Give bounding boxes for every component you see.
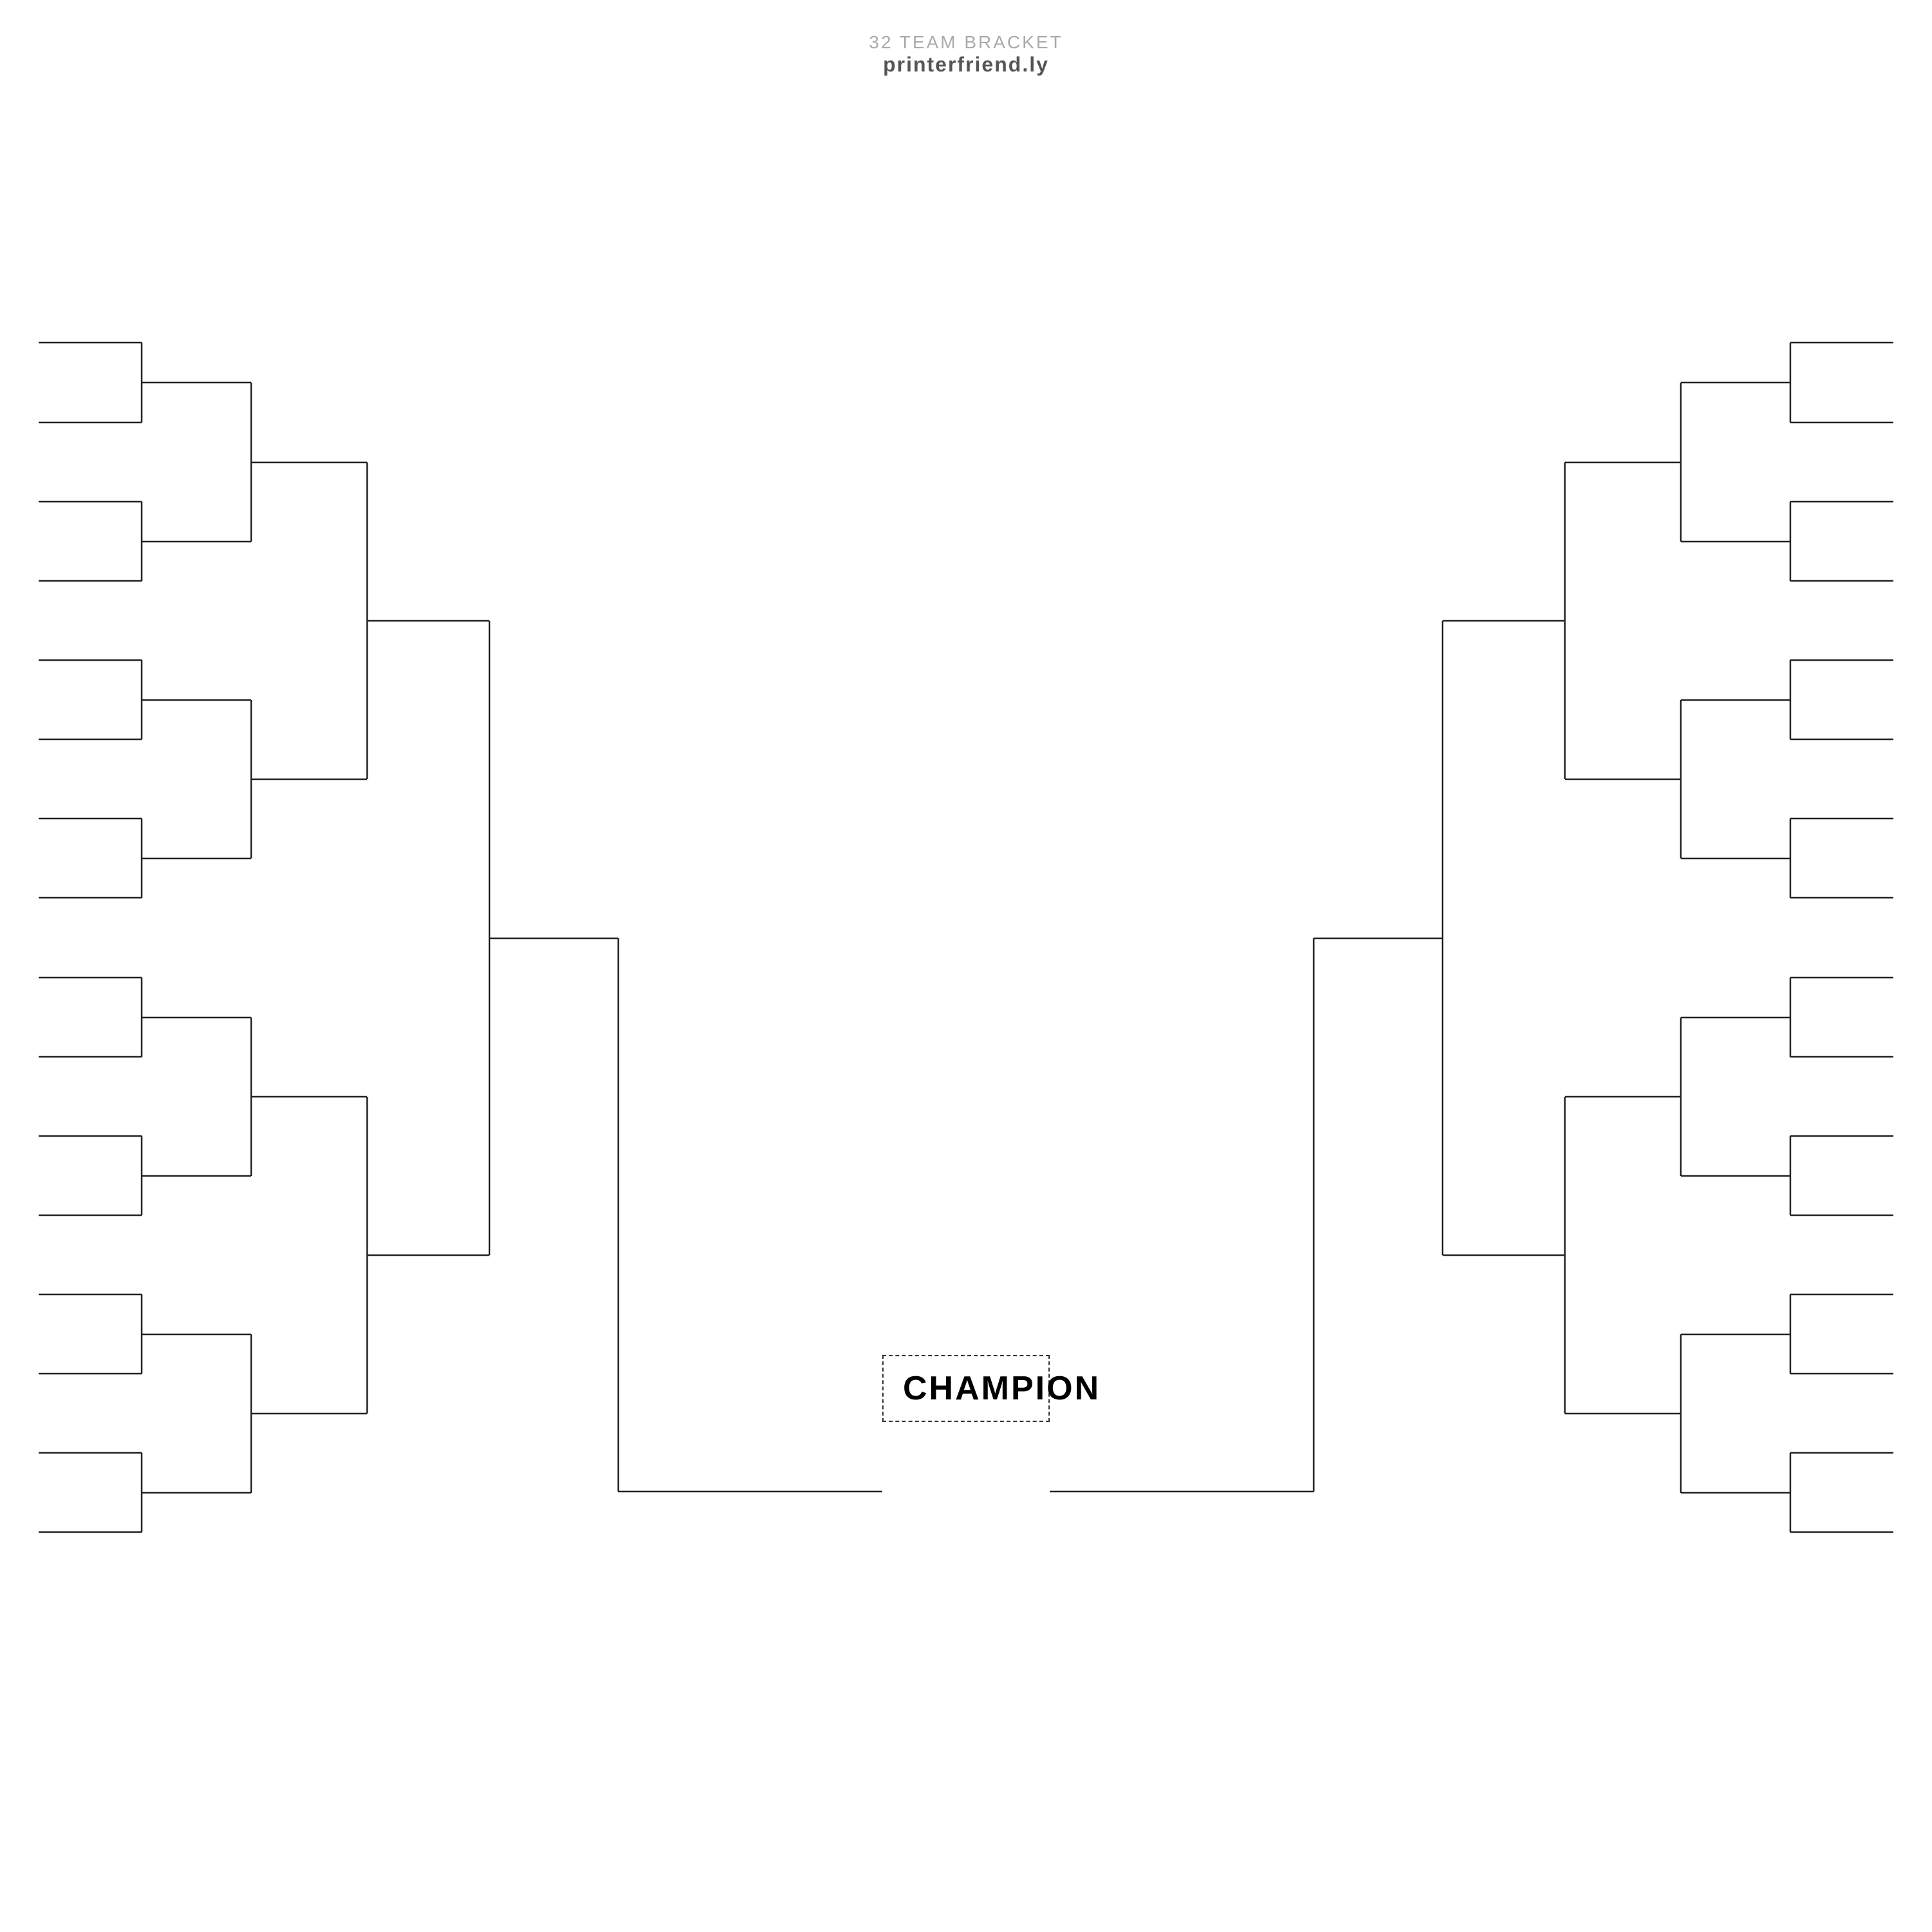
champion-box: CHAMPION (882, 1355, 1050, 1422)
champion-label: CHAMPION (903, 1369, 1029, 1408)
bracket-svg: line { stroke: #222; stroke-width: 2.5; … (0, 0, 1932, 1932)
